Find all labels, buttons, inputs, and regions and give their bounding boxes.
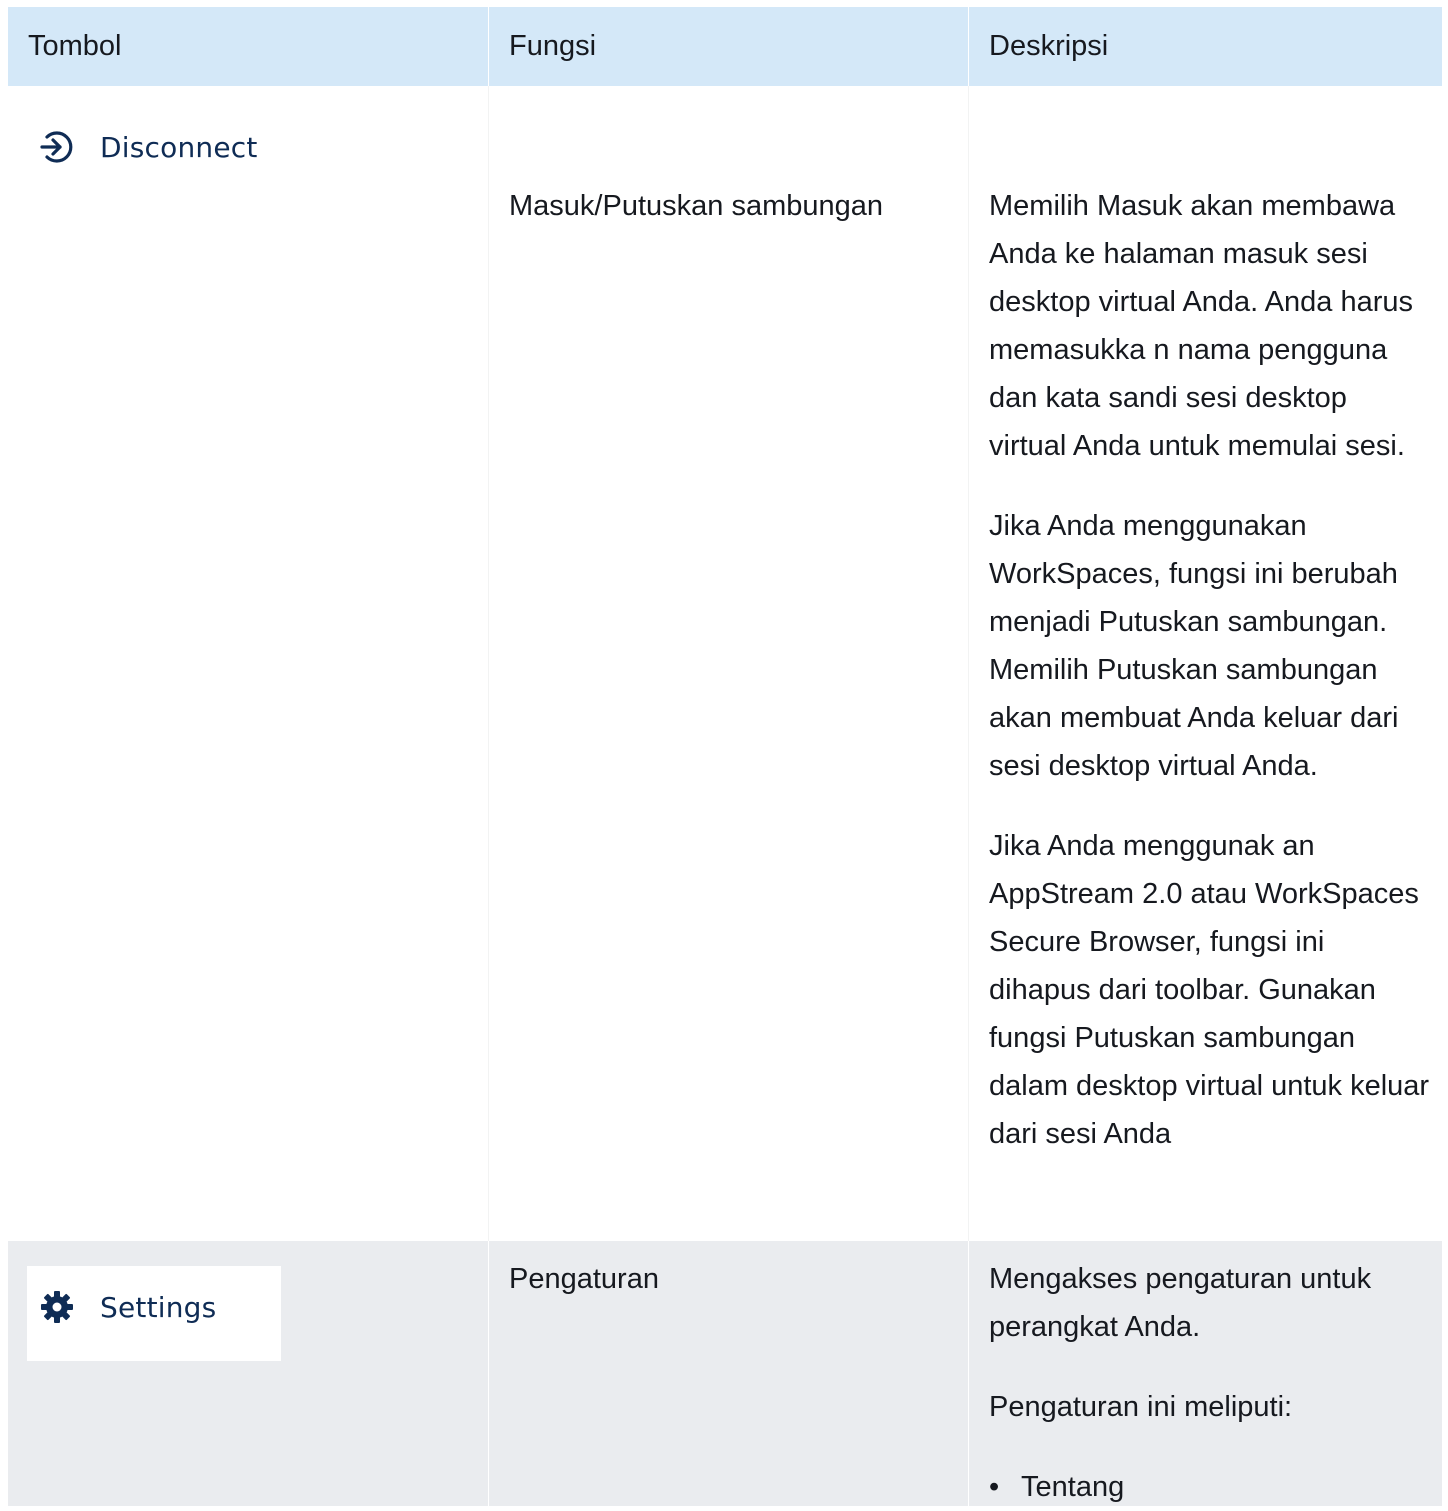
disconnect-button-image: Disconnect bbox=[38, 124, 258, 170]
column-header-function: Fungsi bbox=[488, 7, 968, 86]
description-cell: Mengakses pengaturan untuk perangkat And… bbox=[968, 1241, 1442, 1511]
gear-icon bbox=[41, 1291, 73, 1323]
description-paragraph: Pengaturan ini meliputi: bbox=[989, 1391, 1293, 1423]
table-row: Masuk/Putuskan sambungan Memilih Masuk a… bbox=[8, 86, 1442, 1241]
function-cell: Pengaturan bbox=[488, 1241, 968, 1511]
settings-list: Tentang bbox=[989, 1463, 1430, 1511]
description-paragraph: Memilih Masuk akan membawa Anda ke halam… bbox=[989, 190, 1414, 462]
button-cell bbox=[8, 86, 488, 1241]
function-cell: Masuk/Putuskan sambungan bbox=[488, 86, 968, 1241]
description-paragraph: Jika Anda menggunakan WorkSpaces, fungsi… bbox=[989, 510, 1399, 782]
table-header-row: Tombol Fungsi Deskripsi bbox=[8, 7, 1442, 86]
description-paragraph: Jika Anda menggunak an AppStream 2.0 ata… bbox=[989, 830, 1430, 1150]
list-item: Tentang bbox=[989, 1463, 1430, 1511]
column-header-description: Deskripsi bbox=[968, 7, 1442, 86]
settings-button-image: Settings bbox=[40, 1284, 216, 1330]
column-header-button: Tombol bbox=[28, 30, 122, 62]
sign-in-arrow-icon bbox=[40, 131, 73, 163]
description-paragraph: Mengakses pengaturan untuk perangkat And… bbox=[989, 1263, 1372, 1343]
disconnect-button-label: Disconnect bbox=[100, 130, 258, 164]
settings-button-label: Settings bbox=[100, 1290, 217, 1324]
description-cell: Memilih Masuk akan membawa Anda ke halam… bbox=[968, 86, 1442, 1241]
